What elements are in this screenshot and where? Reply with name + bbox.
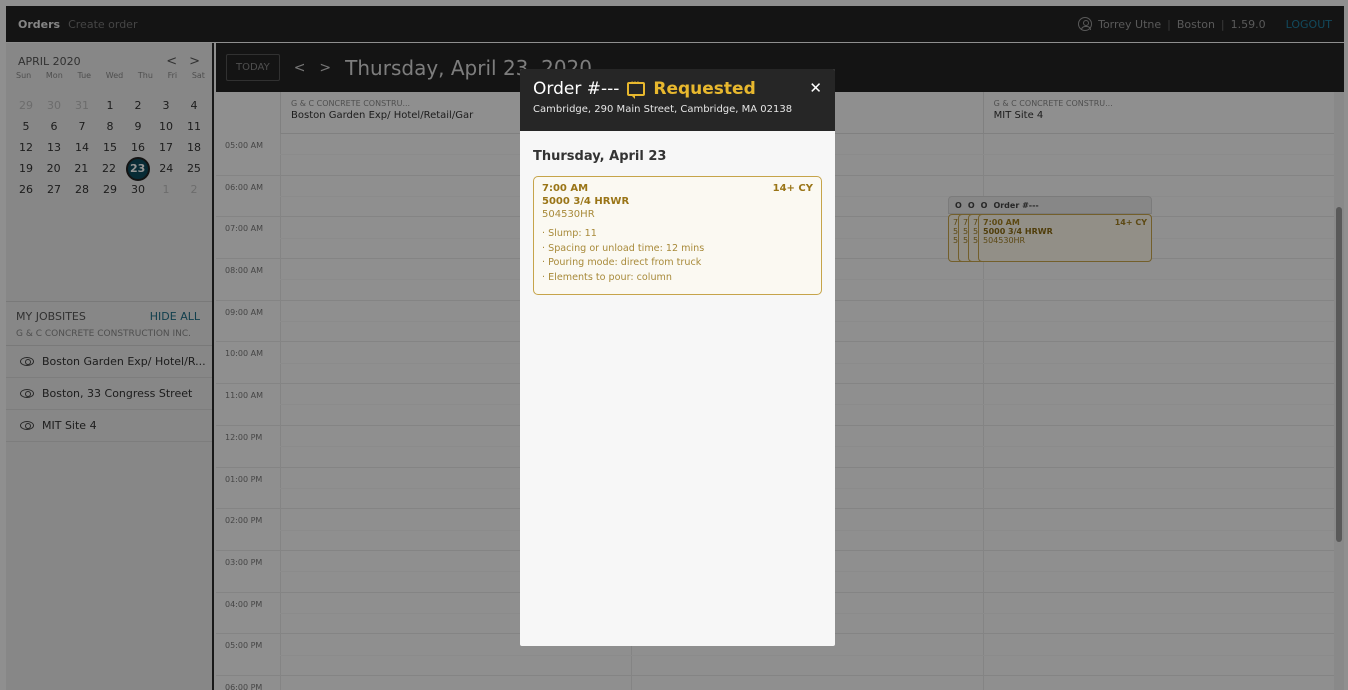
close-icon[interactable]: ✕ (809, 79, 822, 97)
order-quantity: 14+ CY (772, 183, 813, 194)
order-card[interactable]: 7:00 AM 14+ CY 5000 3/4 HRWR 504530HR · … (533, 176, 822, 295)
order-detail: · Slump: 11 (542, 228, 597, 239)
order-date: Thursday, April 23 (533, 149, 667, 164)
order-details: · Slump: 11 · Spacing or unload time: 12… (542, 227, 813, 285)
modal-header: Order #--- Requested ✕ Cambridge, 290 Ma… (520, 69, 835, 131)
modal-body: Thursday, April 23 7:00 AM 14+ CY 5000 3… (520, 131, 835, 313)
order-time: 7:00 AM (542, 183, 589, 194)
order-detail: · Pouring mode: direct from truck (542, 257, 702, 268)
order-detail: · Spacing or unload time: 12 mins (542, 242, 705, 254)
order-status: Requested (653, 79, 756, 99)
chat-message-icon (627, 78, 646, 99)
order-address: Cambridge, 290 Main Street, Cambridge, M… (533, 104, 793, 115)
order-code: 504530HR (542, 209, 595, 220)
order-modal: Order #--- Requested ✕ Cambridge, 290 Ma… (520, 69, 835, 646)
order-title: Order #--- (533, 79, 620, 99)
order-detail: · Elements to pour: column (542, 271, 672, 283)
order-product: 5000 3/4 HRWR (542, 196, 630, 207)
